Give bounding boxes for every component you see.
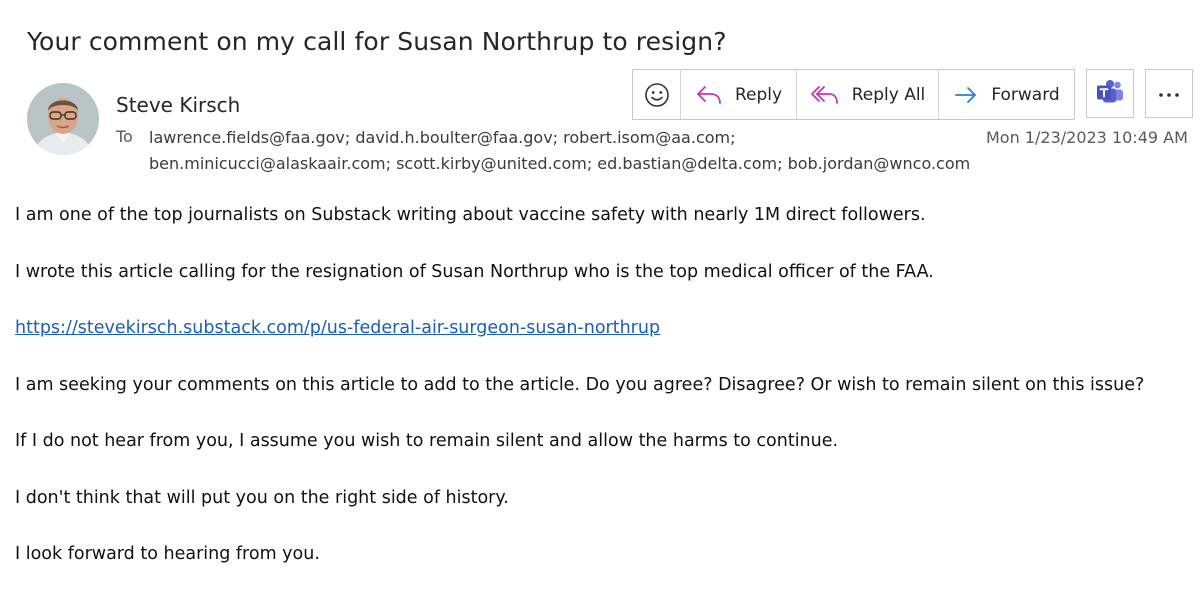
more-actions-button[interactable] bbox=[1145, 69, 1193, 118]
teams-button[interactable] bbox=[1086, 69, 1134, 118]
reply-all-icon bbox=[810, 83, 840, 107]
to-label: To bbox=[116, 127, 133, 146]
body-link-paragraph: https://stevekirsch.substack.com/p/us-fe… bbox=[15, 315, 1195, 341]
reply-all-label: Reply All bbox=[851, 84, 926, 105]
forward-label: Forward bbox=[991, 84, 1060, 105]
reaction-button[interactable] bbox=[633, 70, 681, 119]
smiley-icon bbox=[644, 82, 670, 108]
sender-name[interactable]: Steve Kirsch bbox=[116, 93, 240, 117]
reply-button[interactable]: Reply bbox=[681, 70, 797, 119]
reply-all-button[interactable]: Reply All bbox=[797, 70, 939, 119]
email-subject: Your comment on my call for Susan Northr… bbox=[27, 27, 727, 56]
body-paragraph-5: I don't think that will put you on the r… bbox=[15, 487, 509, 508]
more-icon bbox=[1157, 84, 1181, 103]
email-body: I am one of the top journalists on Subst… bbox=[15, 202, 1195, 598]
recipients-list[interactable]: lawrence.fields@faa.gov; david.h.boulter… bbox=[149, 125, 979, 177]
sender-avatar[interactable] bbox=[27, 83, 99, 155]
body-paragraph-6: I look forward to hearing from you. bbox=[15, 544, 320, 564]
avatar-photo bbox=[27, 83, 99, 155]
reply-icon bbox=[695, 83, 723, 107]
body-paragraph-1: I am one of the top journalists on Subst… bbox=[15, 205, 926, 225]
body-paragraph-4: If I do not hear from you, I assume you … bbox=[15, 431, 839, 451]
reply-label: Reply bbox=[734, 84, 783, 105]
email-datetime: Mon 1/23/2023 10:49 AM bbox=[986, 128, 1188, 147]
teams-icon bbox=[1096, 79, 1124, 109]
article-link[interactable]: https://stevekirsch.substack.com/p/us-fe… bbox=[15, 318, 660, 338]
forward-icon bbox=[953, 83, 979, 107]
body-paragraph-3: I am seeking your comments on this artic… bbox=[15, 374, 1145, 395]
forward-button[interactable]: Forward bbox=[939, 70, 1074, 119]
body-paragraph-2: I wrote this article calling for the res… bbox=[15, 261, 934, 282]
message-action-bar: Reply Reply All Forward bbox=[632, 69, 1075, 120]
